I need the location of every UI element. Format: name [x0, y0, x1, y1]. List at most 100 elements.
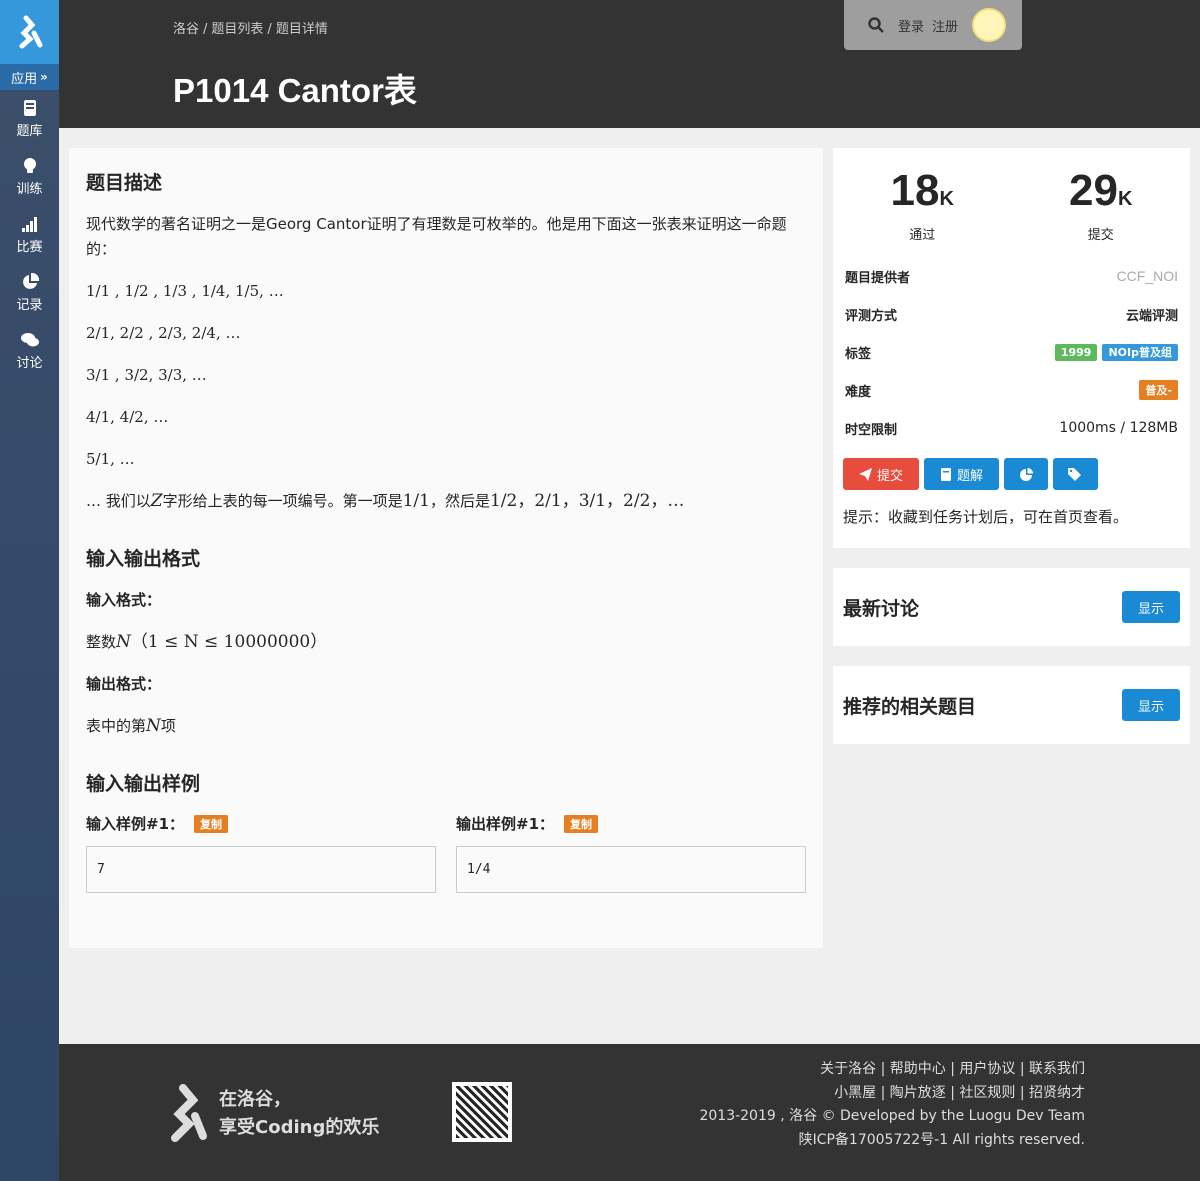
- judge-value: 云端评测: [1125, 308, 1178, 324]
- provider-row: 题目提供者 CCF_NOI: [833, 257, 1190, 295]
- comments-icon: [20, 333, 39, 347]
- statistics-button[interactable]: [1004, 458, 1048, 490]
- register-link[interactable]: 注册: [932, 16, 958, 35]
- cantor-row-3: 3/1 , 3/2, 3/3, …: [86, 366, 207, 384]
- output-format-text: 表中的第N项: [86, 716, 176, 736]
- cantor-row-5: 5/1, …: [86, 450, 135, 468]
- sidebar-item-label: 比赛: [16, 240, 43, 255]
- cantor-row-1: 1/1 , 1/2 , 1/3 , 1/4, 1/5, …: [86, 282, 284, 300]
- limit-key: 时空限制: [845, 422, 898, 438]
- solution-button-label: 题解: [956, 468, 983, 484]
- footer-links-row-1[interactable]: 关于洛谷 | 帮助中心 | 用户协议 | 联系我们: [699, 1058, 1085, 1082]
- sample-output-label: 输出样例#1：: [456, 815, 555, 833]
- limit-row: 时空限制 1000ms / 128MB: [833, 409, 1190, 447]
- tag-year[interactable]: 1999: [1054, 344, 1098, 361]
- submit-label: 提交: [1087, 228, 1114, 243]
- footer-links: 关于洛谷 | 帮助中心 | 用户协议 | 联系我们 小黑屋 | 陶片放逐 | 社…: [699, 1058, 1085, 1152]
- login-link[interactable]: 登录: [898, 16, 924, 35]
- user-box: 登录 注册: [844, 0, 1022, 50]
- luogu-logo-icon: [19, 15, 42, 49]
- apps-menu[interactable]: 应用 »: [0, 64, 59, 90]
- problem-info-card: 18K 通过 29K 提交 题目提供者 CCF_NOI 评测方式 云端评测 标签…: [833, 148, 1190, 548]
- solution-button[interactable]: 题解: [924, 458, 999, 490]
- breadcrumb-current: 题目详情: [275, 22, 328, 37]
- provider-key: 题目提供者: [845, 270, 911, 286]
- footer-logo: 在洛谷， 享受Coding的欢乐: [167, 1084, 379, 1144]
- show-related-button[interactable]: 显示: [1122, 689, 1180, 721]
- related-card: 推荐的相关题目 显示: [833, 666, 1190, 744]
- sidebar-item-contest[interactable]: 比赛: [0, 206, 59, 264]
- submit-count: 29: [1069, 166, 1118, 215]
- book-icon: [940, 467, 951, 481]
- paper-plane-icon: [858, 467, 872, 481]
- avatar[interactable]: [972, 8, 1007, 42]
- tags-icon: [1068, 467, 1081, 481]
- tags-key: 标签: [845, 346, 872, 362]
- qr-code: [452, 1082, 512, 1142]
- footer-links-row-2[interactable]: 小黑屋 | 陶片放逐 | 社区规则 | 招贤纳才: [699, 1082, 1085, 1106]
- breadcrumb-home[interactable]: 洛谷: [173, 22, 199, 37]
- accepted-unit: K: [939, 188, 954, 210]
- page-header: 洛谷 / 题目列表 / 题目详情 P1014 Cantor表 登录 注册: [59, 0, 1200, 128]
- accepted-stat: 18K 通过: [833, 148, 1012, 248]
- tags-button[interactable]: [1053, 458, 1098, 490]
- submit-unit: K: [1118, 188, 1133, 210]
- pie-chart-icon: [22, 273, 39, 289]
- tags-row: 标签 1999 NOIp普及组: [833, 333, 1190, 371]
- samples-heading: 输入输出样例: [86, 773, 201, 795]
- sidebar-item-label: 题库: [16, 124, 43, 139]
- breadcrumb-problem-list[interactable]: 题目列表: [211, 22, 263, 37]
- search-icon[interactable]: [868, 17, 884, 33]
- slogan-line-2: 享受Coding的欢乐: [219, 1117, 380, 1138]
- tag-noip[interactable]: NOIp普及组: [1102, 344, 1178, 361]
- sidebar-item-training[interactable]: 训练: [0, 148, 59, 206]
- submit-button-label: 提交: [876, 468, 903, 484]
- sample-output-box[interactable]: 1/4: [456, 846, 806, 893]
- luogu-logo-icon: [171, 1084, 207, 1142]
- accepted-count: 18: [890, 166, 940, 215]
- page-title: P1014 Cantor表: [173, 72, 417, 109]
- input-format-text: 整数N（1 ≤ N ≤ 10000000）: [86, 632, 328, 652]
- copy-input-button[interactable]: 复制: [194, 814, 229, 833]
- related-title: 推荐的相关题目: [843, 695, 977, 718]
- problem-card: 题目描述 现代数学的著名证明之一是Georg Cantor证明了有理数是可枚举的…: [69, 148, 823, 948]
- show-discussion-button[interactable]: 显示: [1122, 591, 1180, 623]
- apps-label: 应用: [11, 71, 38, 87]
- luogu-logo[interactable]: [0, 0, 59, 64]
- difficulty-key: 难度: [845, 384, 872, 400]
- sidebar: 应用 » 题库 训练 比赛 记录 讨论: [0, 0, 59, 1181]
- io-format-heading: 输入输出格式: [86, 548, 201, 570]
- judge-key: 评测方式: [845, 308, 898, 324]
- book-icon: [23, 100, 36, 116]
- difficulty-badge: 普及-: [1139, 380, 1178, 400]
- description-heading: 题目描述: [86, 172, 163, 194]
- footer-icp[interactable]: 陕ICP备17005722号-1 All rights reserved.: [699, 1129, 1085, 1153]
- sample-input: 输入样例#1： 复制 7: [86, 813, 436, 893]
- breadcrumb: 洛谷 / 题目列表 / 题目详情: [173, 22, 328, 37]
- sidebar-item-problems[interactable]: 题库: [0, 90, 59, 148]
- submit-stat: 29K 提交: [1012, 148, 1191, 248]
- cantor-row-4: 4/1, 4/2, …: [86, 408, 169, 426]
- difficulty-row: 难度 普及-: [833, 371, 1190, 409]
- sidebar-item-label: 训练: [16, 182, 43, 197]
- accepted-label: 通过: [909, 228, 936, 243]
- slogan-line-1: 在洛谷，: [219, 1089, 291, 1110]
- numbering-text: … 我们以Z字形给上表的每一项编号。第一项是1/1，然后是1/2，2/1，3/1…: [86, 491, 685, 511]
- copy-output-button[interactable]: 复制: [564, 814, 599, 833]
- double-chevron-right-icon: »: [40, 70, 48, 84]
- sample-input-box[interactable]: 7: [86, 846, 436, 893]
- sidebar-item-records[interactable]: 记录: [0, 264, 59, 322]
- provider-value[interactable]: CCF_NOI: [1117, 268, 1178, 284]
- sidebar-item-discuss[interactable]: 讨论: [0, 322, 59, 380]
- input-format-label: 输入格式：: [86, 591, 162, 609]
- pie-chart-icon: [1019, 467, 1033, 481]
- lightbulb-icon: [23, 158, 36, 173]
- sample-input-label: 输入样例#1：: [86, 815, 185, 833]
- judge-row: 评测方式 云端评测: [833, 295, 1190, 333]
- discussion-title: 最新讨论: [843, 597, 920, 620]
- discussion-card: 最新讨论 显示: [833, 568, 1190, 646]
- submit-button[interactable]: 提交: [843, 458, 919, 490]
- output-format-label: 输出格式：: [86, 675, 162, 693]
- footer: 在洛谷， 享受Coding的欢乐 关于洛谷 | 帮助中心 | 用户协议 | 联系…: [59, 1044, 1200, 1181]
- footer-copyright: 2013-2019 , 洛谷 © Developed by the Luogu …: [699, 1108, 1085, 1124]
